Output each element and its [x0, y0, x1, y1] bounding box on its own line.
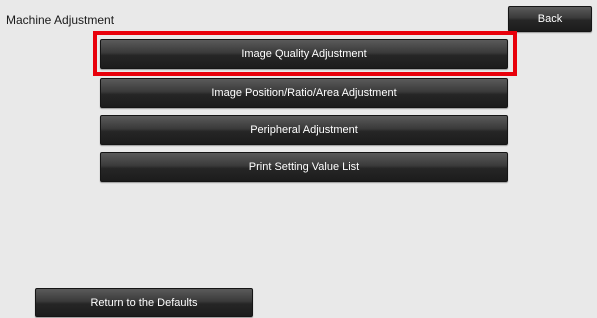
- back-button[interactable]: Back: [508, 6, 592, 32]
- page-title: Machine Adjustment: [6, 13, 115, 27]
- image-position-ratio-area-adjustment-button[interactable]: Image Position/Ratio/Area Adjustment: [100, 78, 508, 108]
- print-setting-value-list-button[interactable]: Print Setting Value List: [100, 152, 508, 182]
- machine-adjustment-screen: Machine Adjustment Back Image Quality Ad…: [0, 0, 597, 318]
- peripheral-adjustment-button[interactable]: Peripheral Adjustment: [100, 115, 508, 145]
- return-to-defaults-button[interactable]: Return to the Defaults: [35, 288, 253, 317]
- image-quality-adjustment-button[interactable]: Image Quality Adjustment: [100, 39, 508, 69]
